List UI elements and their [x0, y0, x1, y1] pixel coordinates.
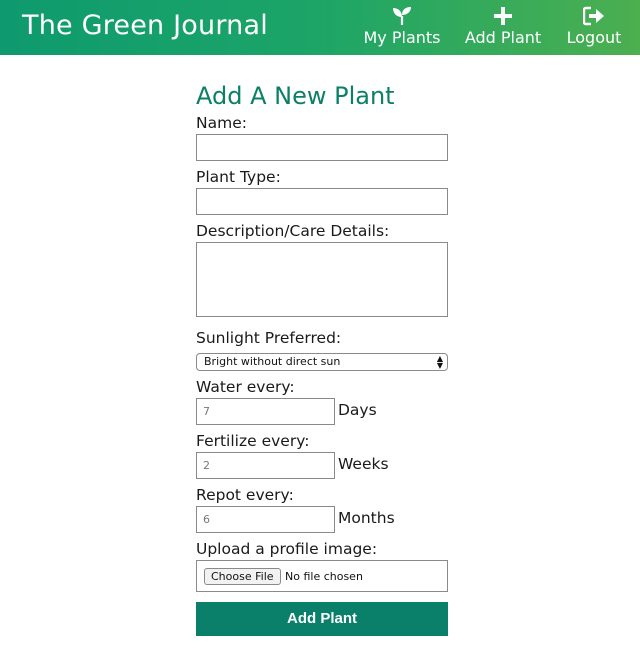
repot-unit: Months — [338, 509, 395, 527]
select-arrows-icon: ▲ ▼ — [436, 354, 443, 370]
nav-my-plants-label: My Plants — [363, 28, 441, 47]
file-upload-input: Choose File No file chosen — [196, 560, 448, 592]
nav-add-plant[interactable]: Add Plant — [464, 6, 542, 50]
nav-logout[interactable]: Logout — [564, 6, 624, 50]
nav-add-plant-label: Add Plant — [464, 28, 542, 47]
water-input[interactable]: 7 — [196, 398, 335, 425]
fertilize-unit: Weeks — [338, 455, 389, 473]
repot-label: Repot every: — [196, 486, 294, 504]
file-status-text: No file chosen — [285, 570, 363, 583]
repot-input[interactable]: 6 — [196, 506, 335, 533]
name-label: Name: — [196, 114, 247, 132]
plus-icon — [492, 6, 514, 26]
water-placeholder: 7 — [203, 405, 210, 418]
sunlight-select[interactable]: Bright without direct sun ▲ ▼ — [196, 353, 448, 371]
plant-type-label: Plant Type: — [196, 168, 281, 186]
fertilize-label: Fertilize every: — [196, 432, 310, 450]
app-title[interactable]: The Green Journal — [22, 10, 268, 41]
upload-image-label: Upload a profile image: — [196, 540, 378, 558]
sunlight-label: Sunlight Preferred: — [196, 329, 342, 347]
nav-my-plants[interactable]: My Plants — [362, 6, 442, 50]
page-title: Add A New Plant — [196, 82, 395, 110]
repot-placeholder: 6 — [203, 513, 210, 526]
sunlight-selected-value: Bright without direct sun — [204, 355, 341, 368]
description-textarea[interactable] — [196, 242, 448, 317]
nav-logout-label: Logout — [566, 28, 622, 47]
plant-type-input[interactable] — [196, 188, 448, 215]
water-unit: Days — [338, 401, 377, 419]
name-input[interactable] — [196, 134, 448, 161]
description-label: Description/Care Details: — [196, 222, 390, 240]
fertilize-input[interactable]: 2 — [196, 452, 335, 479]
choose-file-button[interactable]: Choose File — [204, 568, 281, 585]
fertilize-placeholder: 2 — [203, 459, 210, 472]
logout-icon — [583, 6, 605, 26]
water-label: Water every: — [196, 378, 295, 396]
sprout-icon — [391, 6, 413, 26]
add-plant-submit-button[interactable]: Add Plant — [196, 602, 448, 636]
top-navbar: The Green Journal My Plants Add Plant Lo… — [0, 0, 640, 55]
